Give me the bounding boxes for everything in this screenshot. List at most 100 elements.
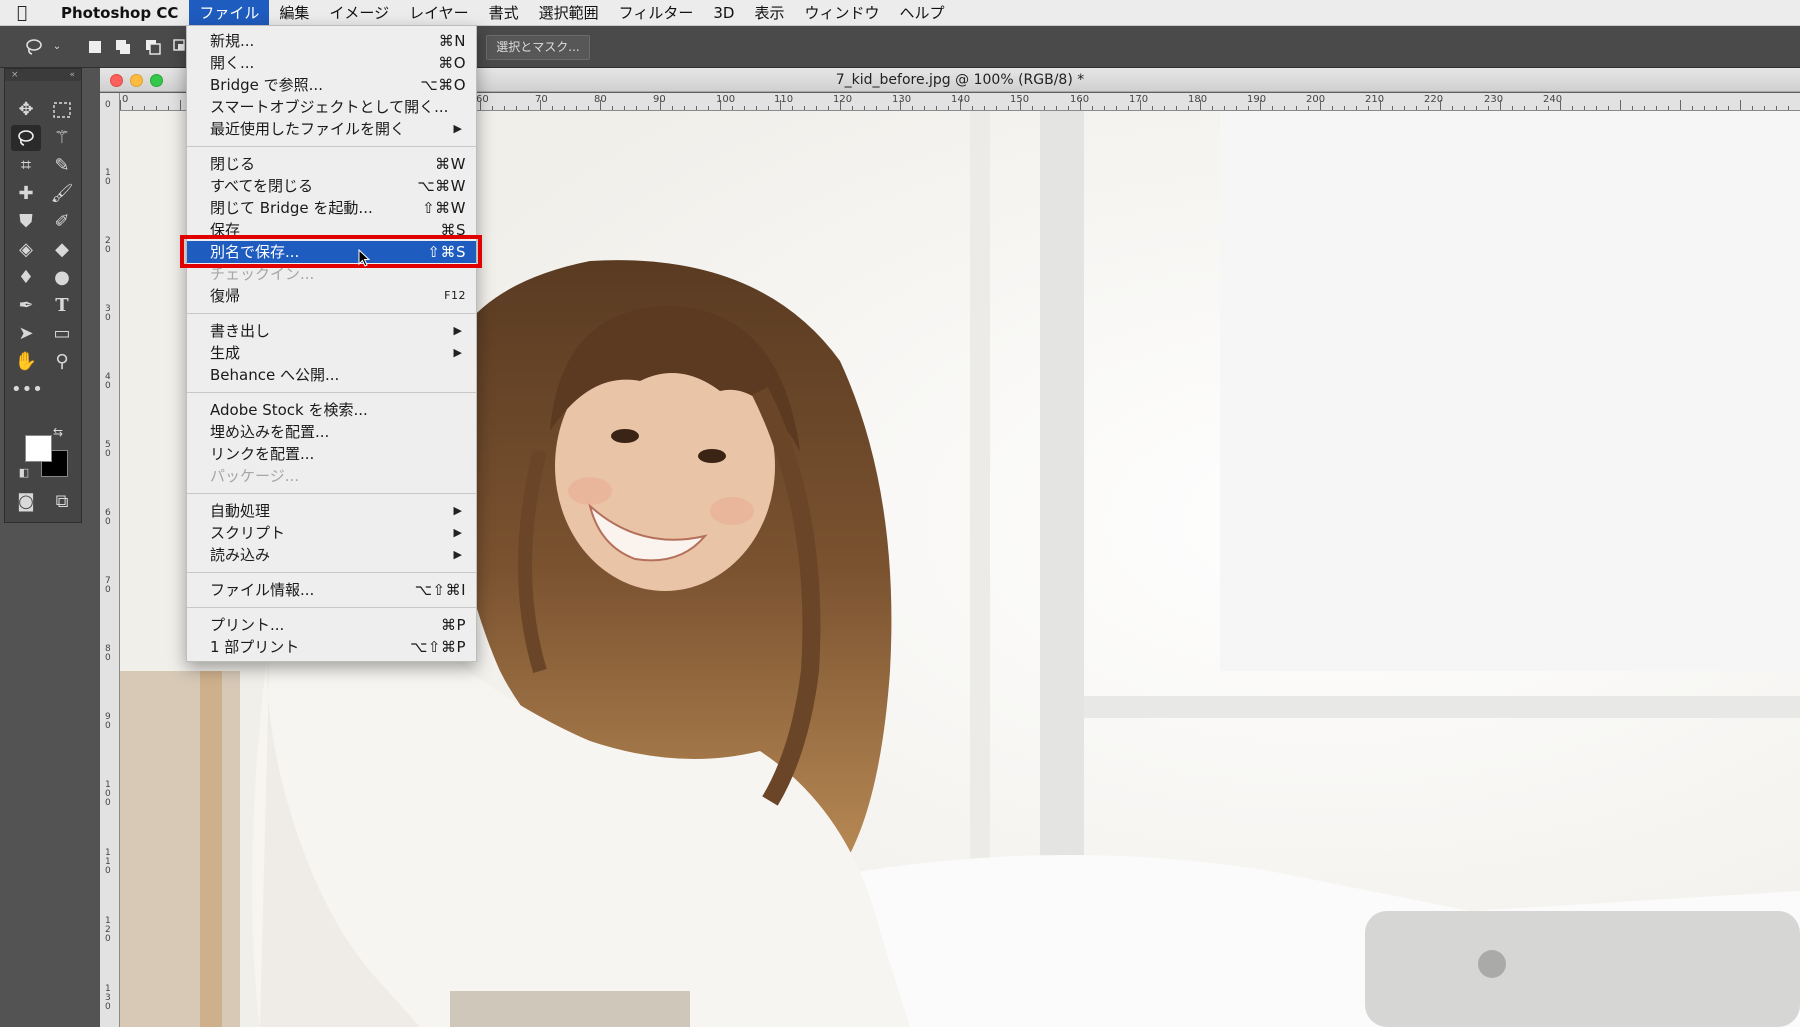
ruler-tick xyxy=(1128,106,1129,110)
file-menu-item-g2-i0[interactable]: 書き出し ▶ xyxy=(187,320,476,342)
ruler-tick xyxy=(552,106,553,110)
close-icon[interactable]: × xyxy=(11,69,19,81)
ruler-tick xyxy=(636,106,637,110)
ruler-tick xyxy=(492,106,493,110)
menu-item-label: 読み込み xyxy=(210,546,271,564)
file-menu-item-g4-i2[interactable]: 読み込み ▶ xyxy=(187,544,476,566)
paint-bucket-icon[interactable]: ◆ xyxy=(47,237,77,263)
file-menu-item-g4-i0[interactable]: 自動処理 ▶ xyxy=(187,500,476,522)
pen-tool-icon[interactable]: ✒ xyxy=(11,293,41,319)
menu-item-shortcut: F12 xyxy=(444,289,466,302)
submenu-arrow-icon: ▶ xyxy=(453,504,462,517)
menu-type[interactable]: 書式 xyxy=(479,0,529,26)
ruler-tick xyxy=(744,106,745,110)
quick-mask-icon[interactable]: ◙ xyxy=(11,489,41,515)
file-menu-item-adobe-stock[interactable]: Adobe Stock を検索... xyxy=(187,399,476,421)
zoom-window-button[interactable] xyxy=(150,74,163,87)
ruler-tick xyxy=(564,106,565,110)
menu-filter[interactable]: フィルター xyxy=(609,0,704,26)
ruler-label: 210 xyxy=(1365,94,1385,105)
menu-item-label: 自動処理 xyxy=(210,502,271,520)
file-menu-dropdown: 新規... ⌘N 開く... ⌘O Bridge で参照... ⌥⌘O スマートオブジェクト… xyxy=(186,25,477,662)
subtract-selection-icon[interactable] xyxy=(142,36,164,58)
ruler-tick xyxy=(1188,106,1189,110)
file-menu-item-g0-i4[interactable]: 最近使用したファイルを開く ▶ xyxy=(187,118,476,140)
file-menu-item-g6-i0[interactable]: プリント... ⌘P xyxy=(187,614,476,636)
mouse-cursor-icon xyxy=(358,249,370,267)
new-selection-icon[interactable] xyxy=(84,36,106,58)
file-menu-item-g1-i0[interactable]: 閉じる ⌘W xyxy=(187,153,476,175)
file-menu-item-g5-i0[interactable]: ファイル情報... ⌥⇧⌘I xyxy=(187,579,476,601)
default-colors-icon[interactable]: ◧ xyxy=(15,466,33,480)
file-menu-item-bridge[interactable]: 閉じて Bridge を起動... ⇧⌘W xyxy=(187,197,476,219)
file-menu-item-behance[interactable]: Behance へ公開... xyxy=(187,364,476,386)
chevron-down-icon[interactable]: ⌄ xyxy=(46,36,68,58)
dodge-tool-icon[interactable]: ● xyxy=(47,265,77,291)
menu-item-label: 最近使用したファイルを開く xyxy=(210,120,406,138)
magic-wand-icon[interactable]: ⚚ xyxy=(47,125,77,151)
menu-image[interactable]: イメージ xyxy=(319,0,399,26)
tools-panel: × « ✥ ⚚ ⌗ ✎ ✚ 🖌 ⛊ ✐ ◈ ◆ ♦ ● ✒ T ➤ ▭ ✋ ⚲ •… xyxy=(0,68,82,1027)
file-menu-item-g1-i4[interactable]: 別名で保存... ⇧⌘S xyxy=(187,241,476,263)
menu-file[interactable]: ファイル xyxy=(189,0,270,26)
file-menu-item-g0-i3[interactable]: スマートオブジェクトとして開く... xyxy=(187,96,476,118)
menu-help[interactable]: ヘルプ xyxy=(890,0,955,26)
menu-3d[interactable]: 3D xyxy=(703,0,744,26)
file-menu-item-g0-i0[interactable]: 新規... ⌘N xyxy=(187,30,476,52)
app-name-menu[interactable]: Photoshop CC xyxy=(44,4,189,22)
more-tools-icon[interactable]: ••• xyxy=(11,377,43,403)
ruler-tick xyxy=(1032,106,1033,110)
lasso-preset-icon[interactable] xyxy=(24,36,46,58)
blur-tool-icon[interactable]: ♦ xyxy=(11,265,41,291)
file-menu-item-1[interactable]: 1 部プリント ⌥⇧⌘P xyxy=(187,636,476,658)
file-menu-item-g4-i1[interactable]: スクリプト ▶ xyxy=(187,522,476,544)
file-menu-item-g3-i2[interactable]: リンクを配置... xyxy=(187,443,476,465)
zoom-tool-icon[interactable]: ⚲ xyxy=(47,349,77,375)
apple-icon[interactable]:  xyxy=(0,3,44,23)
file-menu-item-g3-i1[interactable]: 埋め込みを配置... xyxy=(187,421,476,443)
ruler-tick xyxy=(516,106,517,110)
foreground-color-swatch[interactable] xyxy=(25,435,52,462)
minimize-window-button[interactable] xyxy=(130,74,143,87)
menu-view[interactable]: 表示 xyxy=(744,0,794,26)
vertical-ruler[interactable]: 0 1 0 2 0 3 0 4 0 5 0 6 0 7 0 8 0 9 0 1 0 0 1 1 0 1 … xyxy=(100,93,120,1027)
swap-colors-icon[interactable]: ⇆ xyxy=(49,425,67,439)
file-menu-item-g3-i3: パッケージ... xyxy=(187,465,476,487)
eraser-icon[interactable]: ◈ xyxy=(11,237,41,263)
clone-stamp-icon[interactable]: ⛊ xyxy=(11,209,41,235)
hand-tool-icon[interactable]: ✋ xyxy=(11,349,41,375)
rectangle-tool-icon[interactable]: ▭ xyxy=(47,321,77,347)
eyedropper-icon[interactable]: ✎ xyxy=(47,153,77,179)
menu-layer[interactable]: レイヤー xyxy=(399,0,479,26)
menu-window[interactable]: ウィンドウ xyxy=(794,0,889,26)
file-menu-item-g0-i1[interactable]: 開く... ⌘O xyxy=(187,52,476,74)
ruler-tick xyxy=(1752,106,1753,110)
move-tool-icon[interactable]: ✥ xyxy=(11,97,41,123)
add-to-selection-icon[interactable] xyxy=(112,36,134,58)
screen-mode-icon[interactable]: ⧉ xyxy=(47,489,77,515)
collapse-icon[interactable]: « xyxy=(69,69,75,81)
ruler-tick xyxy=(1512,106,1513,110)
file-menu-item-g1-i3[interactable]: 保存 ⌘S xyxy=(187,219,476,241)
file-menu-item-bridge[interactable]: Bridge で参照... ⌥⌘O xyxy=(187,74,476,96)
brush-tool-icon[interactable]: 🖌 xyxy=(47,181,77,207)
ruler-label: 180 xyxy=(1188,94,1208,105)
select-and-mask-button[interactable]: 選択とマスク... xyxy=(486,35,590,60)
ruler-label: 1 3 0 xyxy=(105,984,111,1012)
file-menu-item-g1-i6[interactable]: 復帰 F12 xyxy=(187,285,476,307)
crop-tool-icon[interactable]: ⌗ xyxy=(11,153,41,179)
file-menu-item-g1-i1[interactable]: すべてを閉じる ⌥⌘W xyxy=(187,175,476,197)
menu-select[interactable]: 選択範囲 xyxy=(529,0,609,26)
ruler-tick xyxy=(1296,106,1297,110)
type-tool-icon[interactable]: T xyxy=(47,293,77,319)
lasso-tool-icon[interactable] xyxy=(11,125,41,151)
toolbox-header[interactable]: × « xyxy=(5,69,81,81)
healing-brush-icon[interactable]: ✚ xyxy=(11,181,41,207)
ruler-label: 110 xyxy=(774,94,794,105)
marquee-tool-icon[interactable] xyxy=(47,97,77,123)
history-brush-icon[interactable]: ✐ xyxy=(47,209,77,235)
menu-edit[interactable]: 編集 xyxy=(269,0,319,26)
path-selection-icon[interactable]: ➤ xyxy=(11,321,41,347)
close-window-button[interactable] xyxy=(110,74,123,87)
file-menu-item-g2-i1[interactable]: 生成 ▶ xyxy=(187,342,476,364)
